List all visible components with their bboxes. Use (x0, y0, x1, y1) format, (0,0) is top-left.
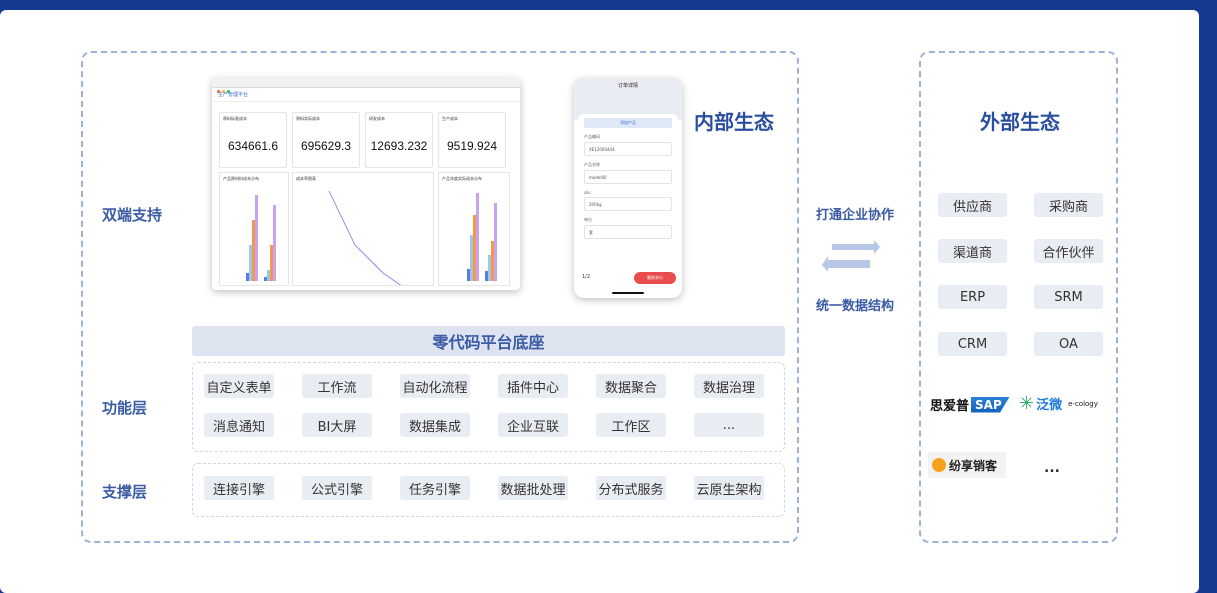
function-chip: BI大屏 (302, 413, 372, 437)
phone-header-title: 订单详情 (617, 83, 638, 89)
phone-form: 添加产品 产品编码 XE12000444 产品名称 model60 sku 20… (578, 114, 678, 239)
external-chip: SRM (1034, 285, 1103, 309)
fenxiang-logo: 纷享销客 (928, 452, 1006, 478)
stat-card: 原料实际成本 695629.3 (292, 112, 360, 168)
sibaopu-text: 思爱普 (930, 399, 970, 414)
internal-ecosystem-title: 内部生态 (694, 110, 774, 134)
external-chip: ERP (938, 285, 1007, 309)
field-label: 产品名称 (584, 162, 600, 167)
connect-collaboration-label: 打通企业协作 (816, 208, 895, 223)
stat-card: 研发成本 12693.232 (365, 112, 433, 168)
line-chart-panel: 成本率图表 (292, 172, 434, 290)
dual-support-label: 双端支持 (102, 206, 163, 224)
function-chip: 自定义表单 (204, 374, 274, 398)
fenxiang-mark-icon (932, 458, 946, 472)
field-label: 单位 (584, 217, 592, 222)
external-chip: 渠道商 (938, 239, 1007, 263)
function-chip: 消息通知 (204, 413, 274, 437)
desktop-screenshot: 生产管理平台 原料标准成本 634661.6 原料实际成本 695629.3 研发成… (212, 78, 520, 290)
function-layer-label: 功能层 (102, 399, 148, 417)
add-product-button[interactable]: 添加产品 (584, 118, 672, 128)
stat-card: 生产成本 9519.924 (438, 112, 506, 168)
function-chip: 数据集成 (400, 413, 470, 437)
function-chip: 工作区 (596, 413, 666, 437)
external-chip: 合作伙伴 (1034, 239, 1103, 263)
bar-chart-panel: 产品原材料成本分布 (219, 172, 289, 286)
function-chip: 企业互联 (498, 413, 568, 437)
ecology-text: e-cology (1068, 399, 1098, 408)
external-chip: OA (1034, 332, 1103, 356)
sap-logo: 思爱普 SAP (930, 395, 1010, 414)
line-chart-thumbnail (328, 190, 409, 290)
support-chip: 公式引擎 (302, 476, 372, 500)
function-chip: 工作流 (302, 374, 372, 398)
external-chip: CRM (938, 332, 1007, 356)
fenxiang-text: 纷享销客 (949, 458, 998, 473)
fanwei-text: 泛微 (1036, 398, 1063, 413)
stat-label: 研发成本 (369, 116, 385, 121)
field-value[interactable]: 套 (584, 225, 672, 239)
field-label: sku (584, 190, 591, 195)
fanwei-mark-icon: ✳ (1019, 393, 1035, 414)
external-chip: 供应商 (938, 193, 1007, 217)
function-chip: 自动化流程 (400, 374, 470, 398)
support-chip: 连接引擎 (204, 476, 274, 500)
bar-chart-thumbnail (467, 193, 497, 281)
support-chip: 数据批处理 (498, 476, 568, 500)
bar-chart-thumbnail (246, 195, 276, 281)
function-chip: 数据聚合 (596, 374, 666, 398)
stat-value: 9519.924 (446, 139, 498, 153)
zero-code-platform-bar: 零代码平台底座 (192, 326, 785, 356)
field-label: 产品编码 (584, 134, 600, 139)
pager: 1/2 (582, 274, 591, 280)
bar-chart-panel-2: 产品年度实际成本分布 (438, 172, 510, 286)
field-value[interactable]: model60 (584, 170, 672, 184)
home-indicator (612, 292, 644, 294)
external-ecosystem-title: 外部生态 (980, 110, 1060, 134)
external-chip: 采购商 (1034, 193, 1103, 217)
panel-title: 成本率图表 (296, 176, 316, 181)
stat-label: 原料实际成本 (296, 116, 320, 121)
stat-value: 12693.232 (370, 139, 428, 153)
support-chip: 任务引擎 (400, 476, 470, 500)
function-chip: 插件中心 (498, 374, 568, 398)
stat-value: 634661.6 (227, 139, 279, 153)
support-layer-label: 支撑层 (102, 483, 148, 501)
stat-value: 695629.3 (300, 139, 352, 153)
desktop-app-title: 生产管理平台 (212, 88, 520, 102)
function-chip: 数据治理 (694, 374, 764, 398)
bidirectional-arrow-icon (822, 240, 880, 272)
fanwei-logo: ✳ 泛微 e-cology (1019, 393, 1098, 414)
panel-title: 产品年度实际成本分布 (442, 176, 482, 181)
stat-label: 原料标准成本 (223, 116, 247, 121)
support-chip: 分布式服务 (596, 476, 666, 500)
panel-title: 产品原材料成本分布 (223, 176, 259, 181)
unify-data-label: 统一数据结构 (816, 299, 895, 314)
field-value[interactable]: 200kg (584, 197, 672, 211)
function-chip: ... (694, 413, 764, 437)
stat-card: 原料标准成本 634661.6 (219, 112, 287, 168)
stat-label: 生产成本 (442, 116, 458, 121)
mobile-screenshot: 订单详情 添加产品 产品编码 XE12000444 产品名称 model60 s… (574, 78, 682, 298)
support-chip: 云原生架构 (694, 476, 764, 500)
delete-row-button[interactable]: 删除本行 (634, 272, 676, 284)
browser-bar (212, 78, 520, 93)
field-value[interactable]: XE12000444 (584, 142, 672, 156)
more-ellipsis: ... (1044, 460, 1060, 476)
sap-badge: SAP (971, 396, 1010, 413)
